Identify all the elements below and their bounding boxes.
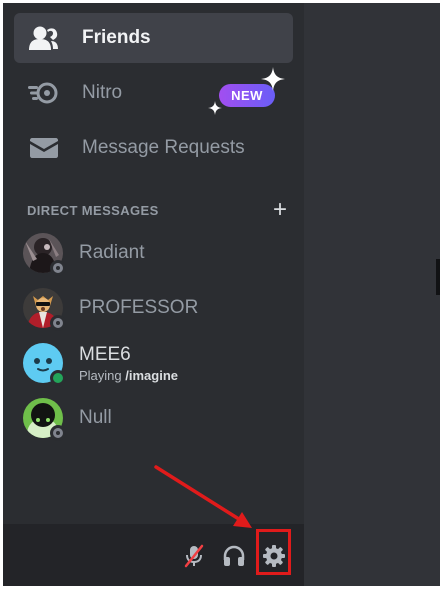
avatar (23, 398, 66, 441)
dm-item-professor[interactable]: PROFESSOR (14, 282, 293, 334)
nav-friends[interactable]: Friends (14, 13, 293, 63)
dm-name: MEE6 (79, 343, 131, 365)
nav-nitro-label: Nitro (82, 82, 123, 103)
direct-messages-header: DIRECT MESSAGES + (27, 198, 289, 222)
dm-item-radiant[interactable]: Radiant (14, 227, 293, 279)
screenshot-frame: Friends Nitro NEW Message Requests DIREC… (0, 0, 440, 590)
direct-messages-title: DIRECT MESSAGES (27, 202, 159, 218)
nav-nitro[interactable]: Nitro NEW (14, 67, 293, 118)
nav-message-requests-label: Message Requests (82, 137, 245, 158)
nav-message-requests[interactable]: Message Requests (14, 123, 293, 173)
dm-activity: Playing /imagine (79, 367, 178, 383)
dm-sidebar: Friends Nitro NEW Message Requests DIREC… (3, 3, 304, 586)
dm-name: PROFESSOR (79, 297, 199, 318)
settings-highlight-box (256, 529, 291, 575)
muted-microphone-icon[interactable] (178, 540, 210, 572)
nav-friends-label: Friends (82, 27, 151, 48)
status-offline-icon (50, 425, 66, 441)
status-online-icon (50, 370, 66, 386)
nitro-icon (27, 76, 61, 110)
avatar (23, 288, 66, 331)
avatar (23, 233, 66, 276)
plus-icon[interactable]: + (271, 198, 289, 222)
dm-name: Null (79, 407, 112, 428)
dm-item-mee6[interactable]: MEE6 Playing /imagine (14, 337, 293, 389)
sparkle-small-icon (208, 101, 222, 115)
sparkle-icon (261, 67, 285, 91)
avatar (23, 343, 66, 386)
status-offline-icon (50, 260, 66, 276)
content-edge-marker (436, 259, 440, 295)
main-content-area (304, 3, 440, 586)
headphones-icon[interactable] (218, 540, 250, 572)
status-offline-icon (50, 315, 66, 331)
envelope-icon (27, 131, 61, 165)
dm-item-null[interactable]: Null (14, 392, 293, 444)
dm-name: Radiant (79, 242, 145, 263)
dm-activity-value: /imagine (125, 367, 178, 383)
friends-icon (27, 21, 61, 55)
